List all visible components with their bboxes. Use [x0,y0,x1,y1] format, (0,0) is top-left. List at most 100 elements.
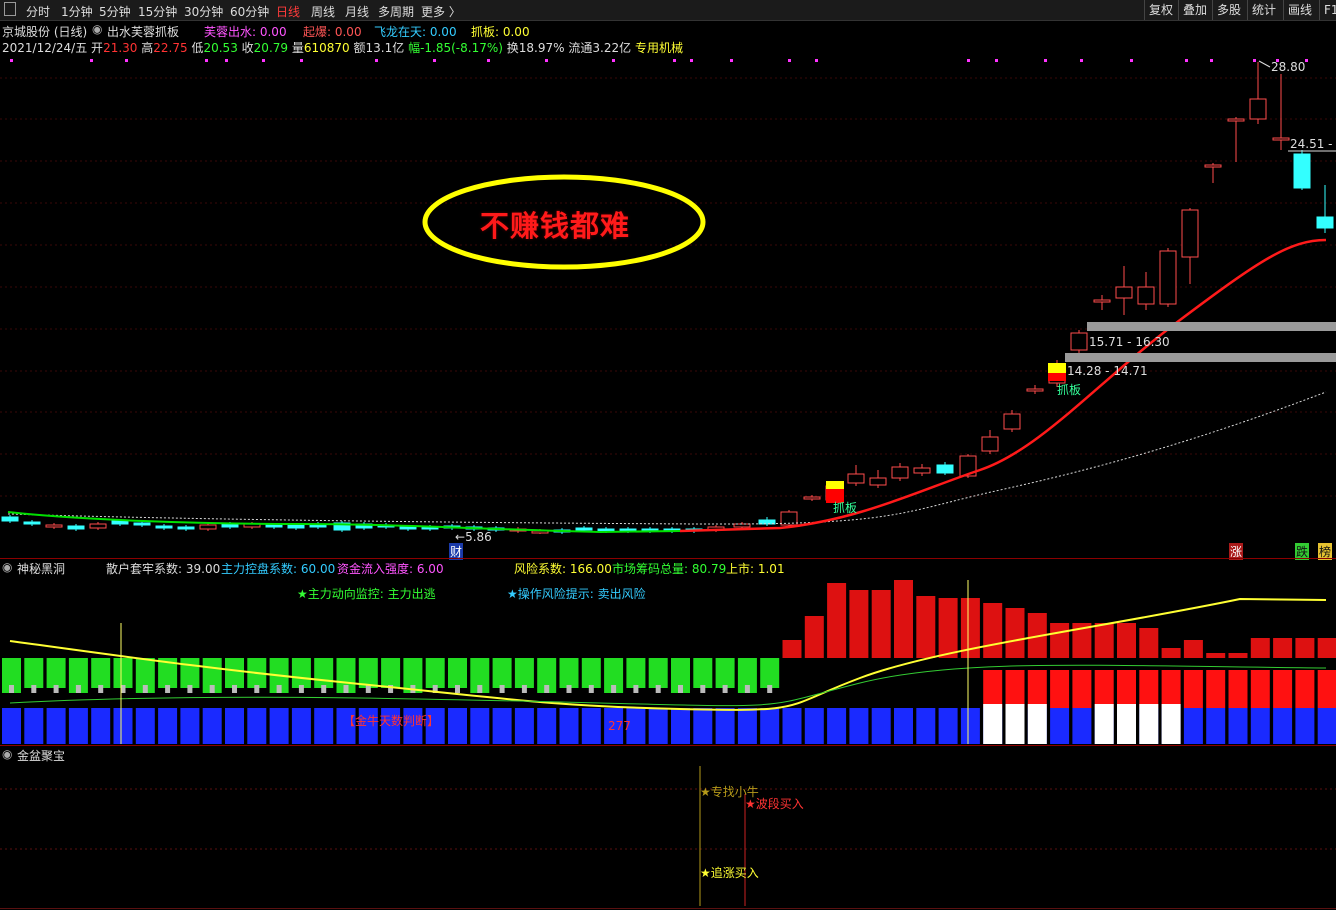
candle-body [891,466,909,479]
panel2-value-zhuli: 主力控盘系数: 60.00 [221,562,336,576]
panel2-gray-tick [678,685,683,693]
panel3-signal-zhuizhang: ★追涨买入 [700,866,759,880]
panel2-green-bar [180,658,200,688]
candle-body [67,525,85,530]
panel2-green-bar [492,658,512,688]
panel2-white-bar [1005,704,1025,744]
panel2-red-bar [983,603,1003,658]
panel2-blue-bar [804,708,824,744]
candle-body [199,524,217,530]
panel2-red-bar [916,596,936,658]
panel2-red-bar [938,598,958,658]
panel2-blue-bar [91,708,111,744]
panel2-red-bar [1273,638,1293,658]
signal-box-2-top [1048,363,1066,373]
panel2-red-lower-bar [1117,670,1136,708]
panel2-blue-bar [202,708,222,744]
signal-dot [730,59,733,62]
panel2-jinniu-value: 277 [608,719,631,733]
panel2-red-lower-bar [1027,670,1047,708]
panel2-blue-bar [715,708,735,744]
panel2-gray-tick [499,685,505,693]
panel2-blue-bar [537,708,557,744]
candle-body [1227,118,1245,122]
panel2-blue-bar [291,708,311,744]
panel2-green-bar [425,658,445,688]
low-price-label: ←5.86 [455,530,492,544]
panel2-white-bar [1094,704,1114,744]
panel2-gray-tick [187,685,193,693]
panel2-red-bar [1005,608,1025,658]
zone-label-1: 15.71 - 16.30 [1089,335,1170,349]
candle-body [1181,209,1199,258]
signal-label-2: 抓板 [1057,383,1082,397]
candle-body [287,524,305,529]
panel2-blue-bar [827,708,847,744]
candles [1,62,1334,534]
candle-body [869,477,887,486]
panel2-green-bar [91,658,111,688]
main-kline-chart[interactable] [0,0,1336,560]
panel2-title[interactable]: 神秘黑洞 [17,560,65,577]
signal-box-2-bottom [1048,373,1066,381]
candle-body [399,526,417,530]
high-price-label: 28.80 [1271,60,1306,74]
signal-dot [300,59,303,62]
panel2-green-bar [225,658,244,688]
panel3-collapse-icon[interactable]: ◉ [2,747,12,761]
candle-body [1070,332,1088,351]
panel2-risk-text: ★操作风险提示: 卖出风险 [507,587,646,601]
panel2-red-bar [1206,653,1226,658]
panel2-collapse-icon[interactable]: ◉ [2,560,12,574]
signal-label-1: 抓板 [833,501,858,515]
panel2-gray-tick [700,685,706,693]
panel2-red-bar [1139,628,1159,658]
panel2-gray-tick [165,685,171,693]
panel2-gray-tick [298,685,304,693]
panel2-gray-tick [276,685,282,693]
bottom-divider [0,908,1336,909]
panel2-gray-tick [343,685,349,693]
signal-dot [673,59,676,62]
panel2-value-fengxian: 风险系数: 166.00 [514,562,612,576]
panel2-gray-tick [655,685,661,693]
panel2-blue-bar [1183,708,1203,744]
candle-body [1293,153,1311,189]
panel2-gray-tick [98,685,104,693]
panel2-red-bar [782,640,802,658]
candle-body [133,522,151,526]
panel2-value-sanhu: 散户套牢系数: 39.00 [106,562,221,576]
panel2-gray-tick [521,685,527,693]
panel2-chart[interactable] [0,558,1336,746]
panel2-gray-tick [767,685,773,693]
panel2-white-bar [1027,704,1047,744]
signal-dot [1305,59,1308,62]
panel2-jinniu-label: 【金牛天数判断】 [343,714,440,728]
candle-body [1272,137,1290,141]
panel2-red-bar [894,580,913,658]
candle-body [1159,250,1177,305]
panel2-gray-tick [142,685,148,693]
panel2-green-bar [381,658,401,688]
candle-body [111,520,129,525]
ma-red-line [679,238,1327,533]
panel2-gray-tick [254,685,260,693]
panel2-gray-tick [477,685,483,693]
panel2-blue-bar [492,708,512,744]
panel3-title[interactable]: 金盆聚宝 [17,747,65,764]
panel2-blue-bar [225,708,244,744]
panel2-green-bar [448,658,467,688]
candle-body [847,473,865,484]
panel2-white-bar [983,704,1003,744]
panel2-red-bar [871,590,891,658]
low-price-value: 5.86 [465,530,492,544]
panel2-blue-bar [1072,708,1092,744]
signal-dot [1130,59,1133,62]
panel2-blue-bar [1206,708,1226,744]
panel2-gray-tick [209,685,215,693]
candle-body [1093,299,1111,303]
panel2-red-bar [1050,623,1070,658]
panel2-red-bar [1094,623,1114,658]
panel3-chart[interactable] [0,746,1336,910]
panel2-blue-bar [849,708,869,744]
